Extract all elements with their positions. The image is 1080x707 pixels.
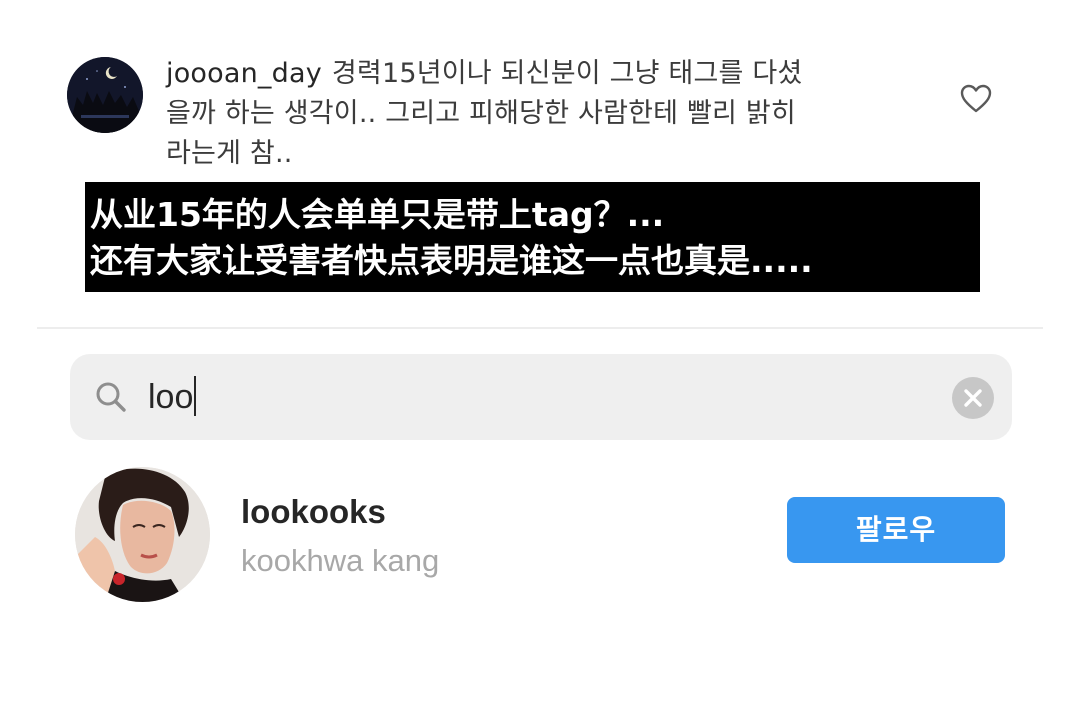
- result-full-name: kookhwa kang: [241, 543, 440, 578]
- search-bar[interactable]: loo: [70, 354, 1012, 440]
- search-input-value: loo: [148, 378, 194, 416]
- search-input[interactable]: loo: [148, 370, 197, 424]
- clear-search-button[interactable]: [952, 377, 994, 419]
- comment-line: joooan_day 경력15년이나 되신분이 그냥 태그를 다셨: [166, 54, 926, 94]
- translation-subtitle: 从业15年的人会单单只是带上tag？... 还有大家让受害者快点表明是谁这一点也…: [85, 182, 980, 292]
- comment-body: joooan_day 경력15년이나 되신분이 그냥 태그를 다셨 을까 하는 생…: [166, 54, 926, 174]
- result-avatar[interactable]: [75, 467, 210, 602]
- commenter-avatar[interactable]: [67, 57, 143, 133]
- screenshot-page: joooan_day 경력15년이나 되신분이 그냥 태그를 다셨 을까 하는 생…: [0, 0, 1080, 707]
- comment-text-line-3: 라는게 참..: [166, 138, 293, 169]
- subtitle-line-1: 从业15年的人会单单只是带上tag？...: [90, 195, 665, 234]
- comment-text-line-1: 경력15년이나 되신분이 그냥 태그를 다셨: [331, 58, 803, 89]
- text-caret: [194, 376, 197, 417]
- subtitle-line-2: 还有大家让受害者快点表明是谁这一点也真是.....: [90, 241, 813, 280]
- clear-icon: [964, 389, 982, 407]
- comment-text-line-2: 을까 하는 생각이.. 그리고 피해당한 사람한테 빨리 밝히: [166, 98, 796, 129]
- result-avatar-image: [75, 467, 210, 602]
- commenter-avatar-image: [67, 57, 143, 133]
- commenter-username[interactable]: joooan_day: [166, 58, 322, 89]
- search-icon: [94, 380, 128, 414]
- heart-outline-icon[interactable]: [960, 84, 992, 114]
- search-result-item[interactable]: lookooks kookhwa kang 팔로우: [75, 465, 1015, 605]
- section-divider: [37, 327, 1043, 329]
- follow-button[interactable]: 팔로우: [787, 497, 1005, 563]
- result-username[interactable]: lookooks: [241, 493, 386, 531]
